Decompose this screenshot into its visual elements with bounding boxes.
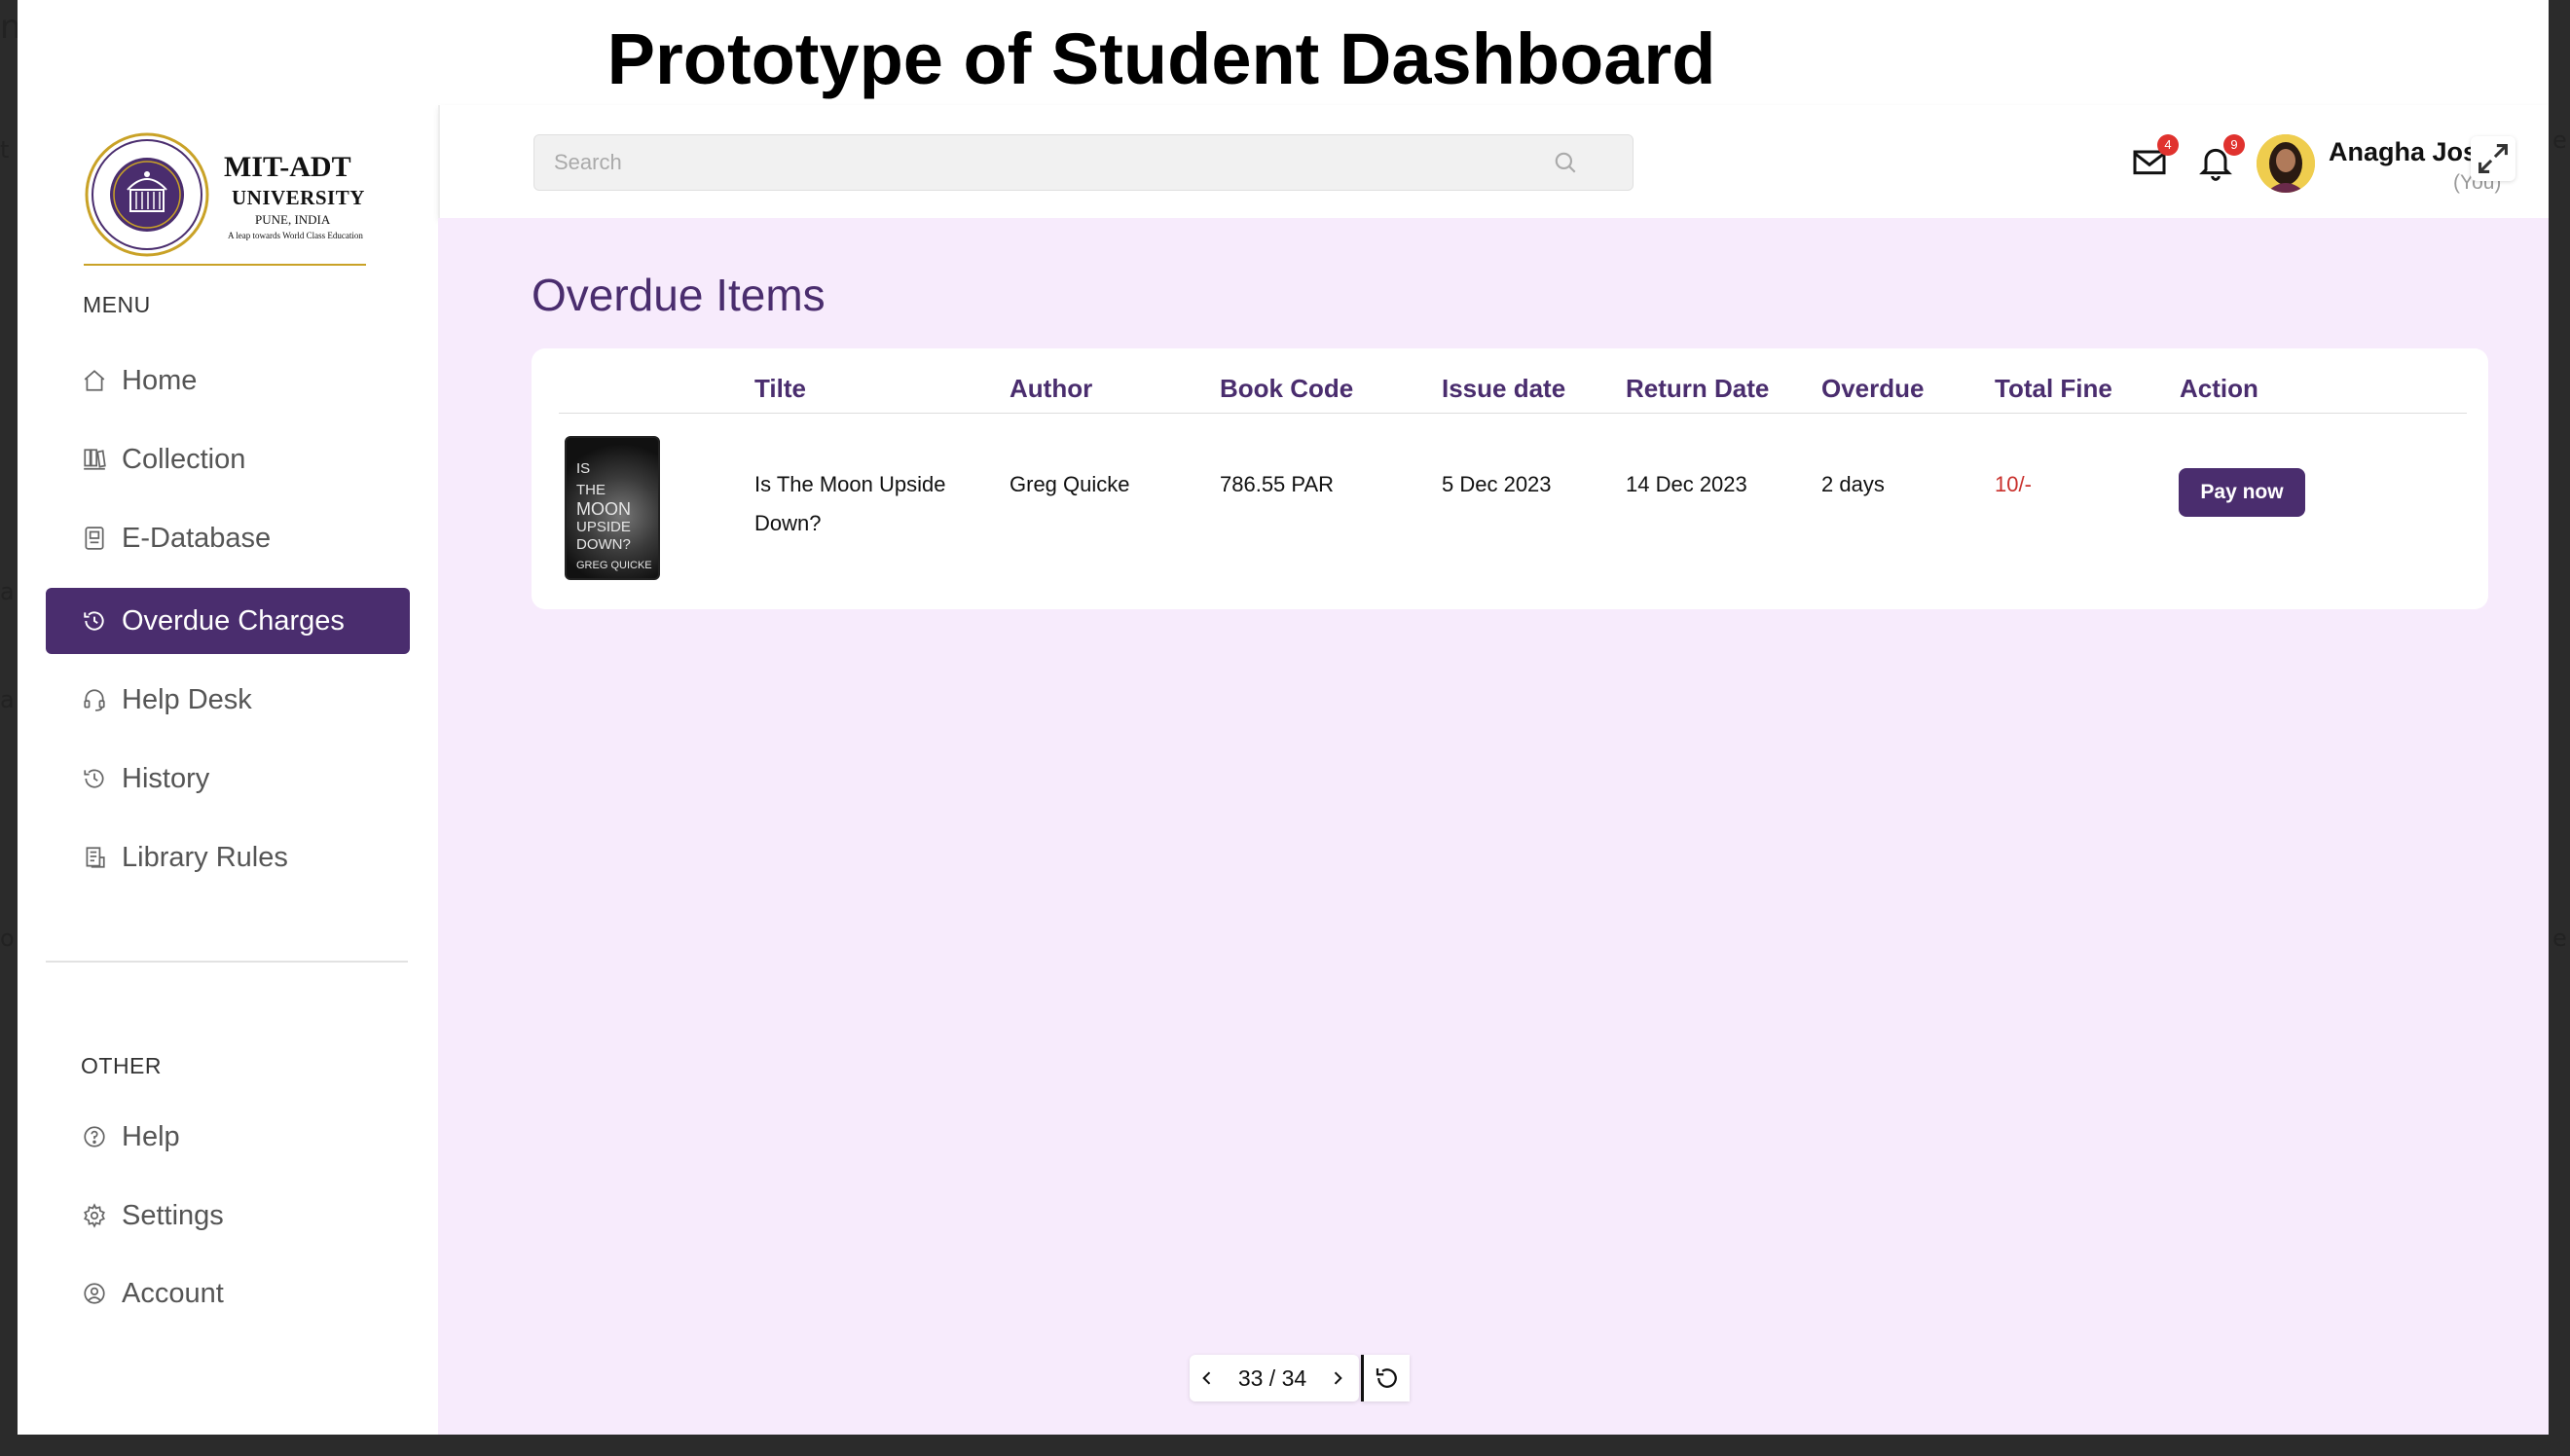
header-divider [559, 413, 2467, 414]
sidebar-item-label: Collection [122, 443, 246, 475]
column-header-book-code: Book Code [1220, 374, 1354, 403]
column-header-title: Tilte [754, 374, 806, 403]
sidebar-item-label: Home [122, 364, 198, 396]
edge-fragment: o [0, 925, 15, 952]
cover-text: DOWN? [576, 536, 631, 553]
edge-fragment: e [2552, 925, 2567, 952]
university-seal-icon [85, 132, 209, 257]
logo-line-4: A leap towards World Class Education [228, 231, 363, 240]
cell-title-line: Is The Moon Upside [754, 472, 946, 496]
cell-total-fine: 10/- [1995, 472, 2032, 496]
sidebar-item-help[interactable]: Help [46, 1104, 410, 1170]
sidebar-item-e-database[interactable]: E-Database [46, 505, 410, 571]
home-icon [81, 367, 108, 394]
sidebar-item-label: Help Desk [122, 683, 252, 715]
cell-return-date: 14 Dec 2023 [1626, 472, 1747, 496]
logo-underline [84, 264, 366, 266]
logo-line-2: UNIVERSITY [232, 186, 365, 209]
cell-book-code: 786.55 PAR [1220, 472, 1335, 496]
sidebar-item-label: Library Rules [122, 841, 288, 873]
column-header-return-date: Return Date [1626, 374, 1770, 403]
menu-section-label: MENU [83, 292, 151, 317]
page-title: Overdue Items [532, 270, 826, 320]
main-content: Overdue Items Tilte Author Book Code Iss… [438, 218, 2549, 1435]
next-page-button[interactable] [1320, 1355, 1355, 1401]
sidebar-item-label: Overdue Charges [122, 604, 345, 637]
cover-text: IS [576, 460, 591, 477]
top-bar: 4 9 Anagha Joshi (You) [438, 105, 2549, 218]
gear-icon [81, 1202, 108, 1229]
user-portrait-icon [2257, 134, 2315, 193]
collection-icon [81, 446, 108, 473]
pay-now-button[interactable]: Pay now [2179, 468, 2305, 517]
cell-overdue: 2 days [1821, 472, 1885, 496]
cover-text: MOON [576, 499, 631, 519]
column-header-overdue: Overdue [1821, 374, 1925, 403]
overdue-table: Tilte Author Book Code Issue date Return… [532, 348, 2488, 609]
cover-text: UPSIDE [576, 519, 631, 535]
column-header-action: Action [2180, 374, 2258, 403]
expand-icon [2478, 144, 2508, 173]
cell-issue-date: 5 Dec 2023 [1442, 472, 1552, 496]
mail-badge: 4 [2157, 134, 2179, 156]
help-icon [81, 1123, 108, 1150]
sidebar-item-label: Help [122, 1120, 180, 1152]
sidebar-item-history[interactable]: History [46, 746, 410, 812]
edge-fragment: a [0, 578, 15, 605]
sidebar-item-label: E-Database [122, 522, 272, 554]
overdue-clock-icon [81, 607, 108, 635]
search-icon[interactable] [1553, 150, 1578, 175]
reset-button[interactable] [1361, 1355, 1410, 1401]
sidebar-item-overdue-charges[interactable]: Overdue Charges [46, 588, 410, 654]
edge-fragment: a [0, 686, 15, 713]
column-header-total-fine: Total Fine [1995, 374, 2112, 403]
undo-icon [1376, 1368, 1397, 1388]
page-indicator: 33 / 34 [1237, 1365, 1307, 1391]
chevron-left-icon [1202, 1371, 1211, 1385]
cell-author: Greg Quicke [1010, 472, 1130, 496]
search-input[interactable] [534, 135, 1557, 190]
slide: Prototype of Student Dashboard MIT-ADT U… [18, 0, 2549, 1435]
chevron-right-icon [1334, 1371, 1342, 1385]
sidebar-item-account[interactable]: Account [46, 1260, 410, 1327]
avatar[interactable] [2257, 134, 2315, 193]
book-cover-image: IS THE MOON UPSIDE DOWN? GREG QUICKE [565, 436, 660, 580]
database-icon [81, 525, 108, 552]
sidebar-divider [46, 961, 408, 963]
sidebar-item-home[interactable]: Home [46, 347, 410, 414]
slide-pager: 33 / 34 [1190, 1355, 1359, 1401]
sidebar: MIT-ADT UNIVERSITY PUNE, INDIA A leap to… [18, 107, 438, 1435]
notifications-button[interactable]: 9 [2196, 134, 2245, 181]
rules-icon [81, 844, 108, 871]
sidebar-item-collection[interactable]: Collection [46, 426, 410, 492]
slide-title: Prototype of Student Dashboard [606, 18, 1716, 99]
headset-icon [81, 686, 108, 713]
cover-text: THE [576, 482, 606, 498]
cell-title: Is The Moon Upside Down? [754, 465, 945, 543]
column-header-issue-date: Issue date [1442, 374, 1566, 403]
sidebar-item-label: History [122, 762, 210, 794]
university-logo: MIT-ADT UNIVERSITY PUNE, INDIA A leap to… [84, 131, 386, 266]
account-icon [81, 1280, 108, 1307]
cover-text: GREG QUICKE [576, 560, 652, 571]
fullscreen-button[interactable] [2471, 136, 2515, 181]
edge-fragment: e [2552, 127, 2567, 154]
sidebar-item-settings[interactable]: Settings [46, 1183, 410, 1249]
prev-page-button[interactable] [1190, 1355, 1225, 1401]
notification-badge: 9 [2223, 134, 2245, 156]
column-header-author: Author [1010, 374, 1093, 403]
cell-title-line: Down? [754, 511, 822, 535]
mail-button[interactable]: 4 [2130, 134, 2179, 181]
logo-line-1: MIT-ADT [224, 151, 351, 183]
sidebar-item-help-desk[interactable]: Help Desk [46, 667, 410, 733]
sidebar-item-label: Account [122, 1277, 224, 1309]
sidebar-item-library-rules[interactable]: Library Rules [46, 824, 410, 891]
other-section-label: OTHER [81, 1053, 162, 1078]
edge-fragment: t [0, 136, 10, 164]
logo-line-3: PUNE, INDIA [255, 212, 331, 227]
history-icon [81, 765, 108, 792]
search-box [533, 134, 1634, 191]
sidebar-item-label: Settings [122, 1199, 224, 1231]
